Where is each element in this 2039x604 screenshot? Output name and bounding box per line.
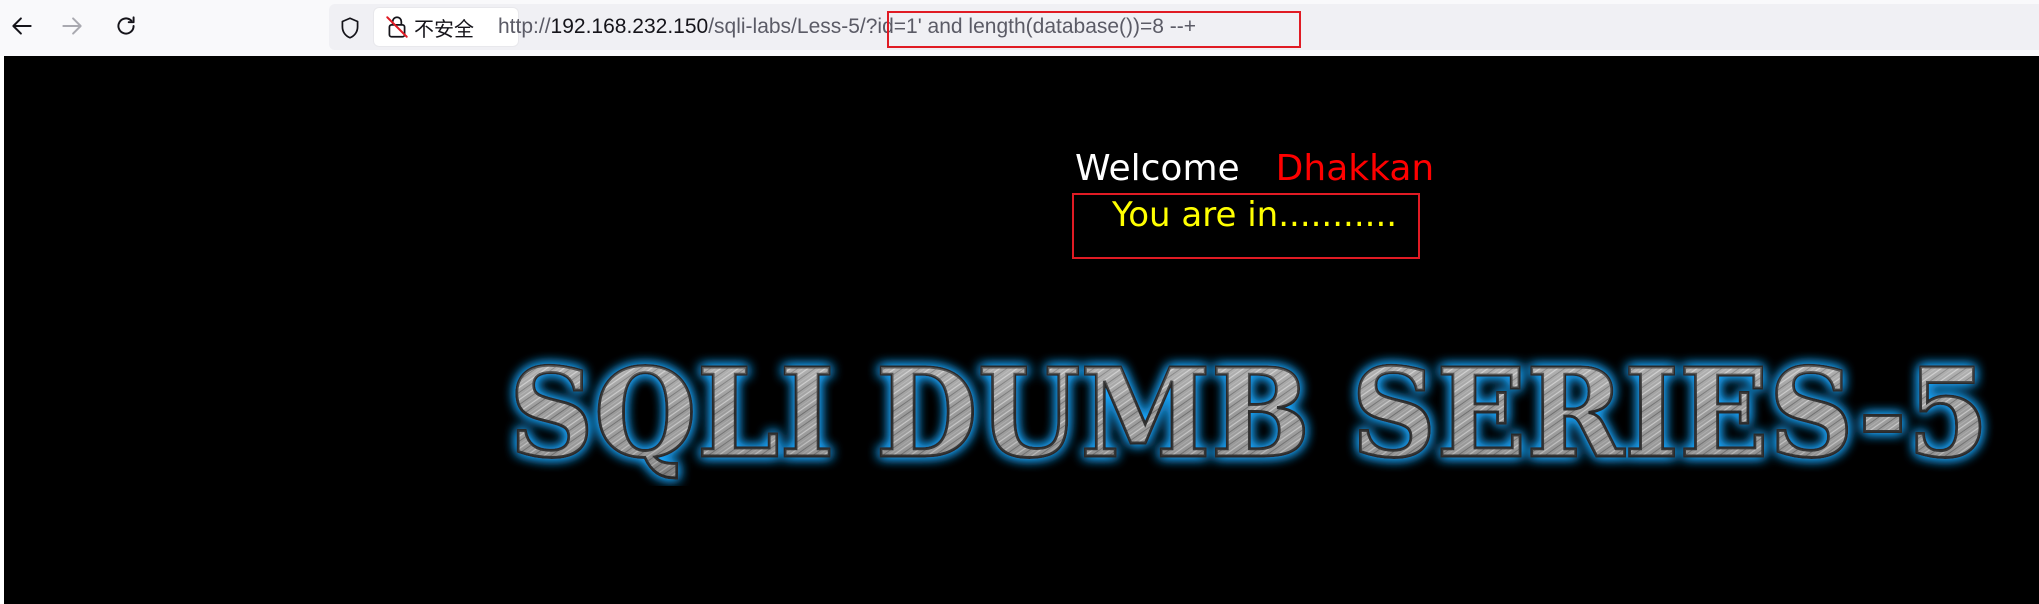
browser-toolbar: 不安全 http://192.168.232.150/sqli-labs/Les…: [0, 0, 2039, 56]
url-host: 192.168.232.150: [550, 15, 709, 38]
shield-icon[interactable]: [337, 15, 363, 41]
welcome-line: Welcome Dhakkan: [1075, 148, 1434, 189]
arrow-right-icon: [62, 17, 82, 35]
user-name: Dhakkan: [1275, 148, 1435, 189]
connection-security-button[interactable]: 不安全: [374, 8, 518, 46]
security-label: 不安全: [414, 16, 474, 41]
series-banner: SQLI DUMB SERIES-5 SQLI DUMB SERIES-5: [508, 340, 1991, 487]
reload-icon: [117, 16, 135, 35]
arrow-left-icon: [12, 17, 32, 35]
url-query: ?id=1' and length(database())=8 --+: [865, 15, 1197, 38]
page-content: Welcome Dhakkan You are in........... SQ…: [4, 56, 2039, 604]
url-path: /sqli-labs/Less-5/: [708, 15, 866, 38]
address-bar[interactable]: 不安全 http://192.168.232.150/sqli-labs/Les…: [329, 4, 2039, 50]
url-text[interactable]: http://192.168.232.150/sqli-labs/Less-5/…: [498, 15, 1196, 39]
insecure-lock-icon: [386, 16, 408, 38]
url-scheme: http://: [498, 15, 551, 38]
back-button[interactable]: [0, 6, 44, 46]
banner-title-shine: SQLI DUMB SERIES-5: [509, 341, 1989, 485]
welcome-text: Welcome: [1075, 148, 1240, 189]
status-message: You are in...........: [1112, 195, 1398, 235]
forward-button[interactable]: [50, 6, 94, 46]
reload-button[interactable]: [104, 6, 148, 46]
